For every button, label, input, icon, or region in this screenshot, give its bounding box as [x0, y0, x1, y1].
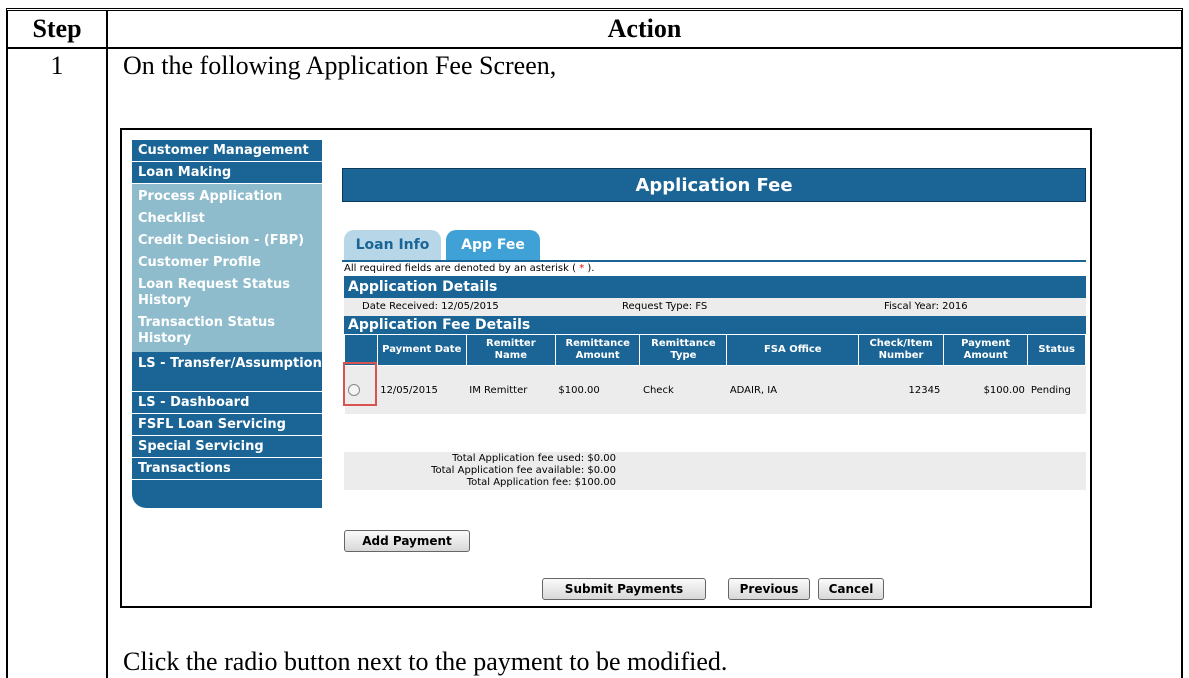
cell-payment-amount: $100.00 — [943, 365, 1028, 414]
action-header: Action — [607, 14, 682, 43]
col-remitter-name: Remitter Name — [465, 334, 556, 366]
left-nav: Customer Management Loan Making Process … — [132, 140, 322, 508]
nav-footer — [132, 480, 322, 508]
nav-process-application[interactable]: Process Application — [132, 186, 322, 208]
cancel-button[interactable]: Cancel — [818, 578, 884, 600]
nav-transactions[interactable]: Transactions — [132, 458, 322, 480]
cell-check-item-number: 12345 — [858, 365, 944, 414]
nav-submenu: Process Application Checklist Credit Dec… — [132, 184, 322, 352]
cell-status: Pending — [1027, 365, 1086, 414]
nav-customer-profile[interactable]: Customer Profile — [132, 252, 322, 274]
nav-special-servicing[interactable]: Special Servicing — [132, 436, 322, 458]
highlight-box — [342, 362, 377, 406]
step-header: Step — [8, 11, 108, 47]
required-asterisk: * — [579, 263, 585, 274]
application-details-row: Date Received: 12/05/2015 Request Type: … — [344, 298, 1086, 316]
request-type: Request Type: FS — [622, 301, 708, 312]
page-title: Application Fee — [342, 168, 1086, 202]
fee-table-header: Payment Date Remitter Name Remittance Am… — [344, 334, 1086, 366]
application-fee-screenshot: Customer Management Loan Making Process … — [120, 128, 1092, 608]
intro-text: On the following Application Fee Screen, — [123, 51, 557, 80]
section-application-details: Application Details — [344, 276, 1086, 298]
table-header: Step Action — [8, 11, 1181, 49]
nav-credit-decision[interactable]: Credit Decision - (FBP) — [132, 230, 322, 252]
column-divider — [106, 47, 108, 678]
col-remittance-amount: Remittance Amount — [554, 334, 641, 366]
col-payment-amount: Payment Amount — [942, 334, 1029, 366]
cell-remitter-name: IM Remitter — [466, 365, 556, 414]
nav-fsfl-loan-servicing[interactable]: FSFL Loan Servicing — [132, 414, 322, 436]
nav-ls-dashboard[interactable]: LS - Dashboard — [132, 392, 322, 414]
col-remittance-type: Remittance Type — [639, 334, 728, 366]
col-check-item-number: Check/Item Number — [858, 334, 944, 366]
required-note-prefix: All required fields are denoted by an as… — [344, 263, 576, 274]
total-fee: Total Application fee: $100.00 — [466, 477, 616, 488]
nav-transaction-status-history[interactable]: Transaction Status History — [132, 312, 322, 350]
nav-ls-transfer-assumption[interactable]: LS - Transfer/Assumption — [132, 352, 322, 392]
add-payment-button[interactable]: Add Payment — [344, 530, 470, 552]
col-payment-date: Payment Date — [376, 334, 467, 366]
submit-payments-button[interactable]: Submit Payments — [542, 578, 706, 600]
nav-loan-making[interactable]: Loan Making — [132, 162, 322, 184]
total-used: Total Application fee used: $0.00 — [452, 453, 616, 464]
cell-remittance-amount: $100.00 — [555, 365, 640, 414]
totals-panel: Total Application fee used: $0.00 Total … — [344, 452, 1086, 490]
tab-loan-info[interactable]: Loan Info — [344, 230, 441, 260]
cell-payment-date: 12/05/2015 — [377, 365, 467, 414]
tab-underline — [342, 260, 1086, 262]
previous-button[interactable]: Previous — [728, 578, 810, 600]
instruction-text: Click the radio button next to the payme… — [123, 647, 728, 676]
cell-remittance-type: Check — [639, 365, 727, 414]
table-row: 12/05/2015 IM Remitter $100.00 Check ADA… — [342, 362, 1086, 414]
required-note-suffix: ). — [587, 263, 595, 274]
cell-fsa-office: ADAIR, IA — [726, 365, 859, 414]
nav-customer-management[interactable]: Customer Management — [132, 140, 322, 162]
select-column — [344, 334, 378, 366]
nav-checklist[interactable]: Checklist — [132, 208, 322, 230]
step-number: 1 — [50, 51, 64, 80]
total-available: Total Application fee available: $0.00 — [431, 465, 616, 476]
fiscal-year: Fiscal Year: 2016 — [884, 301, 968, 312]
col-status: Status — [1027, 334, 1086, 366]
select-cell — [342, 362, 378, 414]
col-fsa-office: FSA Office — [726, 334, 860, 366]
date-received: Date Received: 12/05/2015 — [362, 301, 499, 312]
nav-loan-request-status-history[interactable]: Loan Request Status History — [132, 274, 322, 312]
tab-app-fee[interactable]: App Fee — [446, 230, 540, 260]
required-note: All required fields are denoted by an as… — [344, 263, 594, 274]
section-application-fee-details: Application Fee Details — [344, 316, 1086, 334]
fee-table: Payment Date Remitter Name Remittance Am… — [342, 334, 1086, 414]
